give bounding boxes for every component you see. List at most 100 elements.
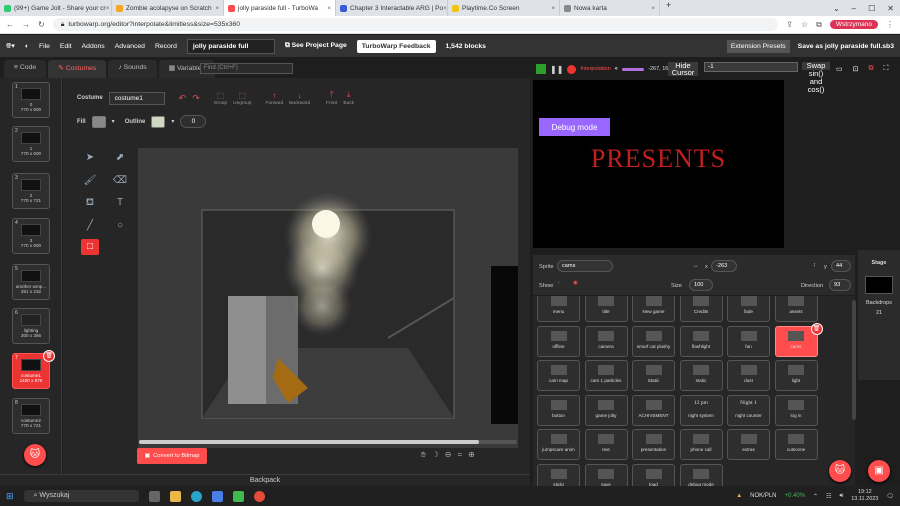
globe-icon[interactable]: 🌐︎▾	[6, 42, 15, 51]
back-icon[interactable]: ←	[6, 20, 14, 29]
close-icon[interactable]: ×	[106, 5, 110, 12]
sprite-tile[interactable]: button	[537, 394, 580, 426]
chevron-down-icon[interactable]: ▾	[171, 118, 174, 125]
backpack[interactable]: Backpack	[0, 474, 530, 486]
sprite-tile[interactable]: dust	[727, 360, 770, 391]
sprite-tile[interactable]: Static	[632, 360, 675, 391]
direction-input[interactable]: 93	[829, 279, 851, 291]
sprite-tile[interactable]: assets	[774, 296, 818, 322]
list-monitor-value[interactable]: -1	[704, 62, 798, 72]
group-button[interactable]: ⬚ Group	[214, 91, 227, 106]
sprite-tile[interactable]: 12 pm night system	[679, 394, 723, 426]
popout-icon[interactable]: ⧉	[869, 65, 874, 73]
url-field[interactable]: 🔒︎ turbowarp.org/editor?interpolate&limit…	[52, 18, 779, 31]
sprite-tile[interactable]: save	[584, 463, 628, 486]
redo-icon[interactable]: ↷	[192, 93, 200, 104]
stage-canvas[interactable]: Debug mode PRESENTS	[533, 80, 784, 248]
x-input[interactable]: -263	[711, 260, 737, 272]
sprite-tile[interactable]: menu	[537, 296, 580, 322]
game-icon[interactable]	[232, 490, 244, 502]
size-input[interactable]: 100	[689, 279, 713, 291]
sprite-name-input[interactable]: cams	[557, 260, 613, 272]
costume-item[interactable]: 4 3 770 x 600	[12, 218, 50, 254]
extension-presets-button[interactable]: Extension Presets	[726, 39, 790, 53]
undo-icon[interactable]: ↶	[179, 93, 187, 104]
sprite-tile[interactable]: Credits	[679, 296, 723, 322]
select-tool-icon[interactable]: ➤	[81, 150, 99, 166]
add-sprite-button[interactable]: 🐱︎	[829, 460, 851, 482]
circle-tool-icon[interactable]: ○	[111, 218, 129, 234]
chevron-down-icon[interactable]: ▾	[112, 118, 115, 125]
outline-width-input[interactable]: 0	[180, 115, 207, 128]
theme-icon[interactable]: ◐	[25, 43, 29, 50]
browser-tab[interactable]: (99+) Game Jolt - Share your cr ×	[0, 0, 112, 16]
chrome-icon[interactable]	[253, 490, 265, 502]
share-icon[interactable]: ⇪	[786, 20, 793, 29]
clock[interactable]: 19:12 13.11.2023	[851, 489, 878, 503]
see-project-page-button[interactable]: ⧉ See Project Page	[285, 42, 347, 50]
forward-button[interactable]: ↑ Forward	[266, 91, 284, 106]
volume-icon[interactable]: 🔊︎	[839, 493, 843, 500]
sprite-tile[interactable]: log in	[774, 394, 818, 426]
add-costume-button[interactable]: 🐱︎	[24, 444, 46, 466]
menu-icon[interactable]: ⋮	[886, 20, 894, 29]
sprite-tile[interactable]: smurf cat plushy	[632, 325, 675, 357]
sprite-tile[interactable]: fan	[727, 325, 770, 357]
edge-icon[interactable]	[190, 490, 202, 502]
pause-icon[interactable]: ❚❚	[550, 65, 563, 74]
tab-sounds[interactable]: ♪ Sounds	[108, 60, 157, 78]
reshape-tool-icon[interactable]: ⬈	[111, 150, 129, 166]
text-tool-icon[interactable]: T	[111, 195, 129, 211]
sprite-tile[interactable]: camera	[584, 325, 628, 357]
sprite-tile[interactable]: ACHIVEMENT	[632, 394, 675, 426]
store-icon[interactable]	[211, 490, 223, 502]
hidden-eye-icon[interactable]: ◌	[557, 280, 560, 286]
reload-icon[interactable]: ↻	[38, 20, 45, 29]
notification-icon[interactable]: 🗨︎	[886, 493, 894, 500]
volume-slider[interactable]	[622, 67, 645, 71]
backward-button[interactable]: ↓ Backward	[289, 91, 310, 106]
extensions-icon[interactable]: ⧉	[816, 20, 822, 30]
costume-item[interactable]: 3 2 770 x 721	[12, 173, 50, 209]
profile-button[interactable]: Wstrzymano	[829, 20, 878, 29]
windows-start-icon[interactable]: ⊞	[6, 491, 14, 502]
horizontal-scrollbar[interactable]	[139, 440, 517, 444]
eraser-tool-icon[interactable]: ⌫	[111, 173, 129, 189]
paint-canvas[interactable]	[138, 148, 518, 448]
sprite-tile[interactable]: phone call	[679, 429, 723, 460]
fullscreen-icon[interactable]: ⛶	[884, 65, 889, 73]
sprite-tile[interactable]: presentation	[632, 429, 675, 460]
menu-advanced[interactable]: Advanced	[115, 43, 145, 50]
delete-costume-icon[interactable]: 🗑︎	[43, 350, 55, 362]
sprite-tile[interactable]: extras	[727, 429, 770, 460]
sprite-tile[interactable]: fade	[727, 296, 770, 322]
browser-tab[interactable]: Playtime.Co Screen ×	[448, 0, 560, 16]
costume-item[interactable]: 5 another wmp... 361 x 232	[12, 264, 50, 300]
close-icon[interactable]: ×	[327, 5, 331, 12]
sprite-list-scrollbar[interactable]	[852, 300, 856, 420]
fill-tool-icon[interactable]: ⛾	[81, 195, 99, 211]
back-button[interactable]: ⤓ Back	[343, 90, 354, 106]
minimize-icon[interactable]: –	[852, 4, 856, 13]
sprite-tile[interactable]: static	[679, 360, 723, 391]
delete-sprite-icon[interactable]: 🗑︎	[810, 322, 823, 335]
normal-stage-icon[interactable]: ⊡	[853, 65, 859, 73]
costume-item[interactable]: 6 lighting 300 x 366	[12, 308, 50, 344]
convert-to-bitmap-button[interactable]: ▣ Convert to Bitmap	[137, 448, 207, 464]
close-window-icon[interactable]: ✕	[887, 4, 894, 13]
maximize-icon[interactable]: ☐	[868, 4, 875, 13]
visible-eye-icon[interactable]: ◉	[573, 280, 578, 286]
swap-monitor[interactable]: Swap sin() and cos()	[802, 62, 830, 94]
sprite-tile[interactable]: load	[632, 463, 675, 486]
debug-mode-label[interactable]: Debug mode	[539, 118, 610, 136]
brush-tool-icon[interactable]: 🖌︎	[81, 173, 99, 189]
menu-addons[interactable]: Addons	[82, 43, 105, 50]
sprite-tile[interactable]: light	[774, 360, 818, 391]
browser-tab[interactable]: Zombie acolapyse on Scratch ×	[112, 0, 224, 16]
browser-tab[interactable]: Nowa karta ×	[560, 0, 660, 16]
taskbar-search[interactable]: ⌕ Wyszukaj	[23, 490, 139, 502]
stop-icon[interactable]	[567, 64, 577, 74]
menu-file[interactable]: File	[39, 43, 50, 50]
browser-tab-active[interactable]: jolly paraside full - TurboWa ×	[224, 0, 336, 16]
save-as-button[interactable]: Save as jolly paraside full.sb3	[798, 43, 894, 50]
